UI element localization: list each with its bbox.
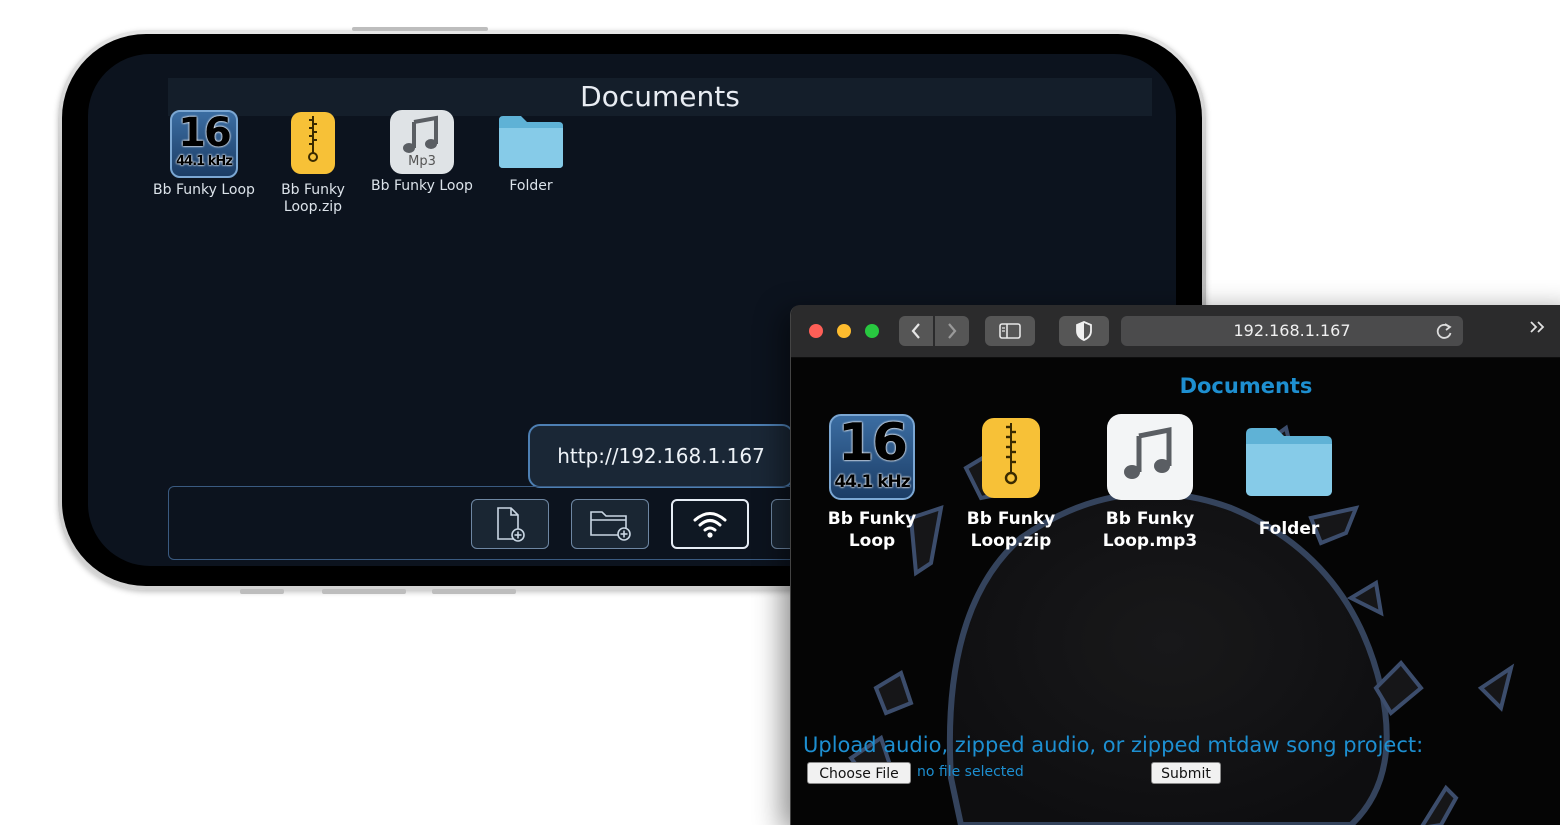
privacy-report-button[interactable] [1059, 316, 1109, 346]
page-title: Documents [1179, 374, 1313, 398]
new-folder-button[interactable] [571, 499, 649, 549]
address-text: 192.168.1.167 [1233, 321, 1351, 340]
file-label: Bb Funky Loop [827, 509, 917, 551]
choose-file-button[interactable]: Choose File [807, 762, 911, 784]
reload-icon [1436, 323, 1452, 339]
upload-instructions: Upload audio, zipped audio, or zipped mt… [803, 733, 1424, 757]
file-label: Bb Funky Loop [371, 178, 473, 194]
file-item[interactable]: Bb Funky Loop.mp3 [1085, 414, 1215, 552]
toolbar-overflow-button[interactable] [1529, 319, 1547, 341]
bit-depth-text: 16 [178, 110, 232, 156]
sidebar-icon [999, 323, 1021, 339]
audio-16bit-icon: 16 44.1 kHz [170, 110, 238, 178]
audio-16bit-icon: 16 44.1 kHz [829, 414, 915, 500]
mp3-caption: Mp3 [408, 154, 436, 169]
back-button[interactable] [899, 316, 933, 346]
sidebar-toggle-button[interactable] [985, 316, 1035, 346]
close-window-button[interactable] [809, 324, 823, 338]
wifi-icon [693, 512, 727, 538]
file-item[interactable]: Folder [1224, 414, 1354, 540]
new-file-button[interactable] [471, 499, 549, 549]
zoom-window-button[interactable] [865, 324, 879, 338]
submit-button[interactable]: Submit [1151, 762, 1221, 784]
address-bar[interactable]: 192.168.1.167 [1121, 316, 1463, 346]
phone-bottom-button [432, 589, 516, 594]
file-label: Bb Funky Loop [153, 182, 255, 198]
wifi-share-button[interactable] [671, 499, 749, 549]
file-label: Folder [1258, 519, 1320, 539]
file-label: Bb Funky Loop.zip [966, 509, 1056, 551]
minimize-window-button[interactable] [837, 324, 851, 338]
file-item[interactable]: Mp3 Bb Funky Loop [362, 110, 482, 195]
reload-button[interactable] [1435, 321, 1453, 351]
new-file-icon [497, 507, 525, 542]
browser-window: 192.168.1.167 Documents 16 44.1 kHz Bb F… [790, 305, 1560, 825]
file-label: Folder [509, 178, 553, 194]
file-item[interactable]: 16 44.1 kHz Bb Funky Loop [144, 110, 264, 199]
web-page: Documents 16 44.1 kHz Bb Funky Loop Bb F… [791, 358, 1560, 825]
file-label: Bb Funky Loop.mp3 [1102, 509, 1198, 551]
chevron-left-icon [911, 323, 920, 339]
zip-file-icon [291, 110, 335, 178]
mp3-file-icon [1107, 414, 1193, 500]
server-url-popup: http://192.168.1.167 [528, 424, 794, 488]
chevron-right-icon [948, 323, 957, 339]
double-chevron-right-icon [1530, 321, 1545, 333]
shield-icon [1076, 321, 1092, 341]
mp3-file-icon: Mp3 [390, 110, 454, 174]
folder-icon [1244, 414, 1334, 500]
file-label: Bb Funky Loop.zip [281, 182, 345, 215]
bit-depth-text: 16 [837, 414, 908, 473]
browser-toolbar: 192.168.1.167 [791, 305, 1560, 358]
zip-file-icon [982, 414, 1040, 500]
phone-bottom-button [240, 589, 284, 594]
file-item[interactable]: 16 44.1 kHz Bb Funky Loop [807, 414, 937, 552]
file-item[interactable]: Bb Funky Loop.zip [253, 110, 373, 216]
folder-icon [497, 110, 565, 174]
new-folder-icon [590, 511, 631, 541]
sample-rate-text: 44.1 kHz [834, 472, 910, 492]
phone-bottom-button [322, 589, 406, 594]
phone-top-button [352, 27, 488, 31]
forward-button[interactable] [935, 316, 969, 346]
file-item[interactable]: Folder [471, 110, 591, 195]
sample-rate-text: 44.1 kHz [176, 154, 233, 169]
file-selection-status: no file selected [917, 764, 1024, 780]
file-item[interactable]: Bb Funky Loop.zip [946, 414, 1076, 552]
